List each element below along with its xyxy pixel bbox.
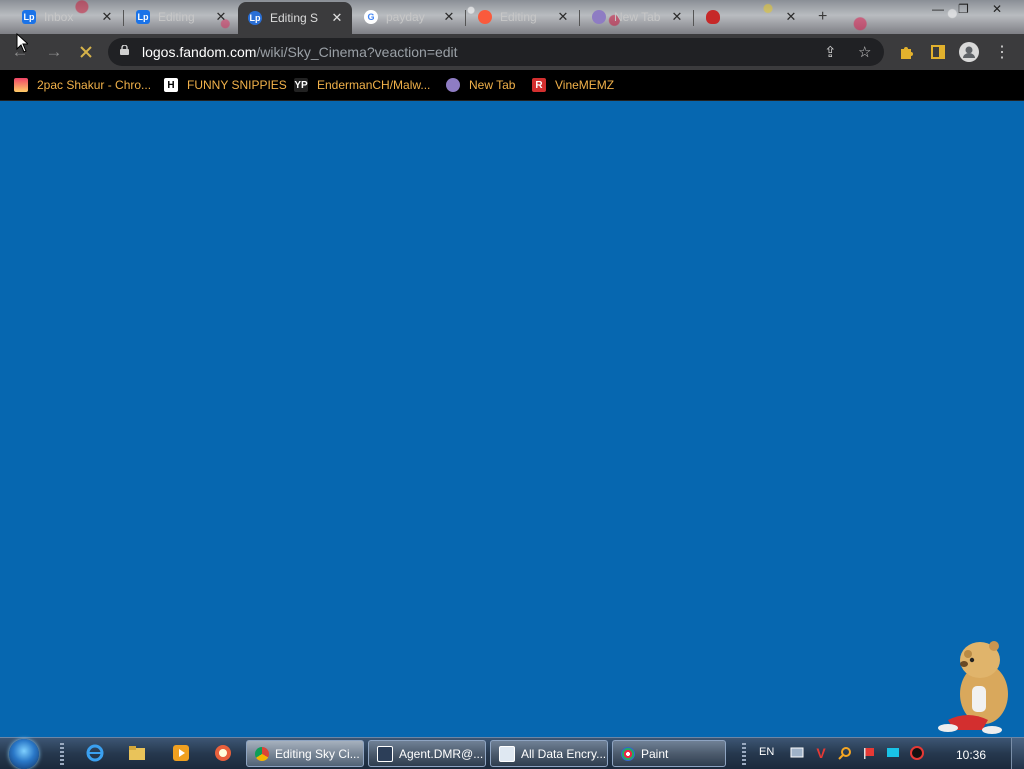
taskbar-item-label: Editing Sky Ci... <box>275 746 360 761</box>
tab-unnamed[interactable]: ✕ <box>696 4 806 30</box>
tab-new-tab[interactable]: New Tab ✕ <box>582 4 692 30</box>
lock-icon[interactable] <box>120 45 129 55</box>
taskbar-item-label: All Data Encry... <box>521 746 607 761</box>
bookmark-2pac[interactable]: 2pac Shakur - Chro... <box>14 77 151 93</box>
stop-loading-icon[interactable] <box>74 40 98 64</box>
address-bar[interactable]: logos.fandom.com/wiki/Sky_Cinema?veactio… <box>108 38 884 66</box>
google-icon: G <box>364 10 378 24</box>
close-icon[interactable]: ✕ <box>214 9 228 25</box>
display-icon[interactable] <box>886 746 900 760</box>
kebab-menu-icon[interactable]: ⋮ <box>992 42 1012 62</box>
forward-arrow-icon[interactable]: → <box>42 40 66 64</box>
hamster-buddy-image <box>938 641 1008 734</box>
fandom-icon <box>478 10 492 24</box>
taskbar-item-label: Paint <box>641 746 669 761</box>
close-icon[interactable]: ✕ <box>670 9 684 25</box>
bookmark-label: 2pac Shakur - Chro... <box>37 78 152 92</box>
tab-separator <box>579 10 580 26</box>
file-explorer-icon[interactable] <box>128 744 146 762</box>
bookmarks-bar: 2pac Shakur - Chro... H FUNNY SNIPPIES Y… <box>0 70 1024 101</box>
url-host: logos.fandom.com <box>142 44 257 60</box>
volume-icon[interactable] <box>910 746 924 760</box>
taskbar-grip[interactable] <box>60 743 64 765</box>
lp-icon: Lp <box>136 10 150 24</box>
bookmark-endermanch[interactable]: YP EndermanCH/Malw... <box>294 77 430 93</box>
language-indicator[interactable]: EN <box>759 746 774 758</box>
profile-avatar-icon[interactable] <box>959 42 979 62</box>
h-icon: H <box>164 78 178 92</box>
lp-icon: Lp <box>22 10 36 24</box>
globe-icon <box>446 78 460 92</box>
photo-icon <box>14 78 28 92</box>
tab-editing-1[interactable]: Lp Editing ✕ <box>126 4 236 30</box>
bookmark-label: EndermanCH/Malw... <box>317 78 431 92</box>
taskbar-item-paint[interactable]: Paint <box>612 740 726 767</box>
taskbar-item-agent[interactable]: Agent.DMR@... <box>368 740 486 767</box>
tray-grip[interactable] <box>742 743 746 765</box>
bookmark-vinememz[interactable]: R VineMEMZ <box>532 77 614 93</box>
bookmark-funny-snippies[interactable]: H FUNNY SNIPPIES <box>164 77 287 93</box>
tab-separator <box>465 10 466 26</box>
page-content <box>0 101 1024 737</box>
bookmark-label: FUNNY SNIPPIES <box>187 78 287 92</box>
tab-title: New Tab <box>614 10 661 24</box>
r-icon: R <box>532 78 546 92</box>
taskbar-item-chrome[interactable]: Editing Sky Ci... <box>246 740 364 767</box>
window-close-icon[interactable]: ✕ <box>992 2 1002 16</box>
restore-icon[interactable]: ❐ <box>958 2 969 16</box>
tab-strip: Lp Inbox ✕ Lp Editing ✕ Lp Editing S ✕ G… <box>0 0 1024 34</box>
close-icon[interactable]: ✕ <box>442 9 456 25</box>
internet-explorer-icon[interactable] <box>86 744 104 762</box>
tab-editing-sky-cinema[interactable]: Lp Editing S ✕ <box>238 2 352 34</box>
tab-title: Editing S <box>270 11 319 25</box>
chrome-icon <box>255 746 269 761</box>
tab-payday[interactable]: G payday ✕ <box>354 4 464 30</box>
tab-title: Inbox <box>44 10 74 24</box>
bookmark-new-tab[interactable]: New Tab <box>446 77 515 93</box>
share-icon[interactable]: ⇪ <box>824 43 837 61</box>
window-icon <box>377 745 393 762</box>
gadget-icon[interactable] <box>214 744 232 762</box>
tab-title: Editing <box>158 10 195 24</box>
url-path: /wiki/Sky_Cinema?veaction=edit <box>256 44 458 60</box>
tab-inbox[interactable]: Lp Inbox ✕ <box>12 4 122 30</box>
globe-icon <box>592 10 606 24</box>
browser-toolbar: ← → logos.fandom.com/wiki/Sky_Cinema?vea… <box>0 34 1024 70</box>
new-tab-plus-icon[interactable]: + <box>818 8 827 26</box>
bookmark-star-icon[interactable]: ☆ <box>858 43 871 61</box>
tab-editing-2[interactable]: Editing ✕ <box>468 4 578 30</box>
tab-title: payday <box>386 10 425 24</box>
shield-icon <box>706 10 720 24</box>
paint-icon <box>621 746 635 761</box>
close-icon[interactable]: ✕ <box>330 10 344 26</box>
close-icon[interactable]: ✕ <box>784 9 798 25</box>
window-icon <box>499 745 515 762</box>
lp-icon: Lp <box>248 11 262 25</box>
bookmark-label: VineMEMZ <box>555 78 615 92</box>
tab-separator <box>123 10 124 26</box>
close-icon[interactable]: ✕ <box>556 9 570 25</box>
taskbar-item-data-encrypted[interactable]: All Data Encry... <box>490 740 608 767</box>
side-panel-icon[interactable] <box>928 42 948 62</box>
media-player-icon[interactable] <box>172 744 190 762</box>
system-clock[interactable]: 10:36 <box>956 748 986 762</box>
bookmark-label: New Tab <box>469 78 516 92</box>
search-tray-icon[interactable] <box>838 746 852 760</box>
network-icon[interactable] <box>790 746 804 760</box>
v-antivirus-icon[interactable]: V <box>814 745 828 761</box>
url-text: logos.fandom.com/wiki/Sky_Cinema?veactio… <box>142 44 458 60</box>
flag-icon[interactable] <box>862 746 876 760</box>
extensions-puzzle-icon[interactable] <box>896 42 916 62</box>
tab-title: Editing <box>500 10 537 24</box>
minimize-icon[interactable]: — <box>932 2 944 16</box>
tab-separator <box>693 10 694 26</box>
taskbar-item-label: Agent.DMR@... <box>399 746 484 761</box>
start-orb-icon[interactable] <box>9 739 39 769</box>
yp-icon: YP <box>294 78 308 92</box>
show-desktop-button[interactable] <box>1011 738 1024 769</box>
close-icon[interactable]: ✕ <box>100 9 114 25</box>
windows-taskbar: Editing Sky Ci... Agent.DMR@... All Data… <box>0 737 1024 769</box>
mouse-cursor-icon <box>16 33 28 53</box>
